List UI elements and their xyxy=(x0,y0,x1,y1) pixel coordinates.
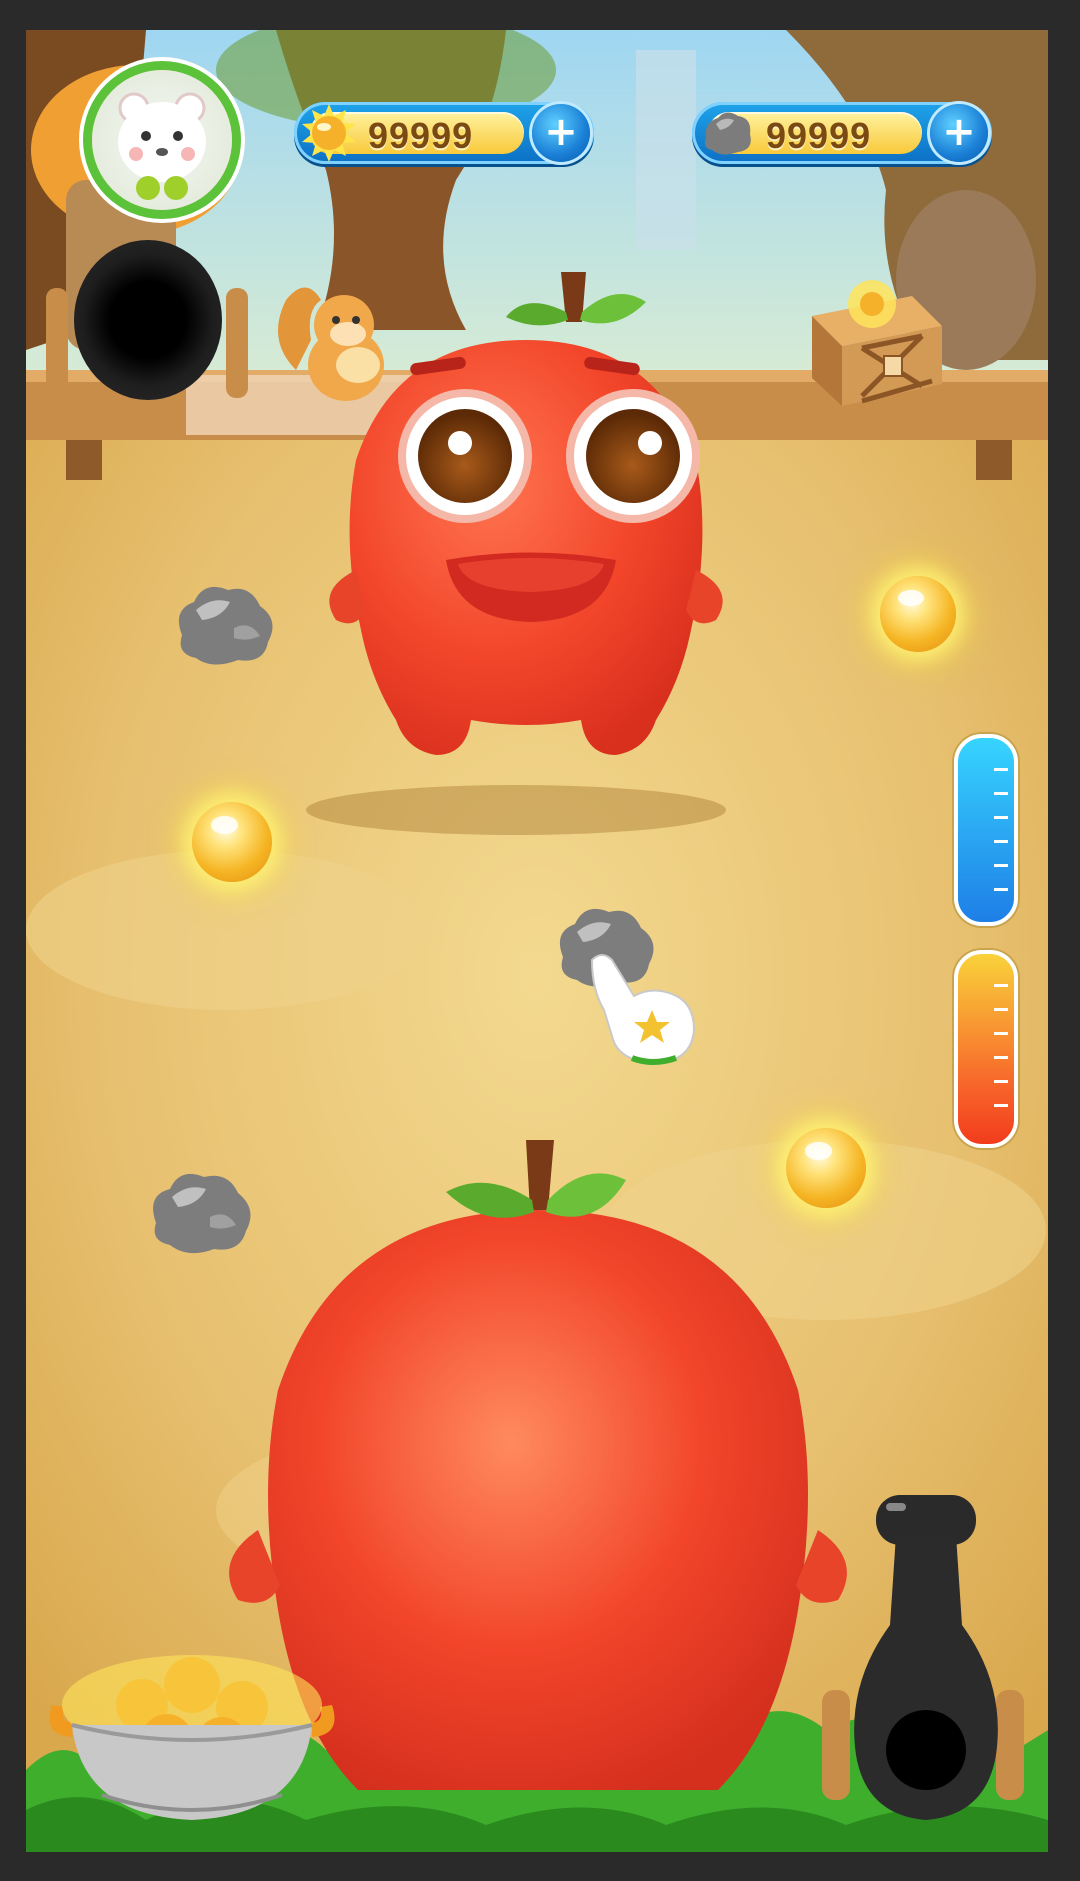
gauge-tick xyxy=(994,1104,1008,1107)
gauge-tick xyxy=(994,768,1008,771)
gauge-tick xyxy=(994,1032,1008,1035)
eye-glint xyxy=(638,431,662,455)
sun-currency-value: 99999 xyxy=(368,115,474,156)
stone-pickup[interactable] xyxy=(146,1165,261,1260)
sun-orb-pickup[interactable] xyxy=(192,802,272,882)
fruit-shadow xyxy=(306,785,726,835)
gauge-tick xyxy=(994,888,1008,891)
water-gauge xyxy=(954,734,1018,926)
stone-currency-value: 99999 xyxy=(766,115,872,156)
left-eye xyxy=(406,397,524,515)
stem-leaves xyxy=(506,272,646,326)
treasure-chest[interactable] xyxy=(802,266,942,406)
left-pupil xyxy=(418,409,512,503)
add-stone-button[interactable]: + xyxy=(930,104,988,162)
sun-orb-pickup[interactable] xyxy=(786,1128,866,1208)
sun-collection-pot[interactable] xyxy=(42,1645,342,1845)
gauge-tick xyxy=(994,816,1008,819)
player-avatar[interactable] xyxy=(92,70,232,210)
smiling-mouth xyxy=(446,552,616,622)
gauge-tick xyxy=(994,1008,1008,1011)
deck-post xyxy=(976,440,1012,480)
stone-currency-bar: 99999 + xyxy=(692,102,992,164)
top-cannon[interactable] xyxy=(74,240,222,400)
sun-currency-bar: 99999 + xyxy=(294,102,594,164)
pointing-glove-icon xyxy=(590,954,696,1065)
right-eye xyxy=(574,397,692,515)
gauge-tick xyxy=(994,840,1008,843)
cannon-post-left xyxy=(46,288,68,398)
tomato-body xyxy=(329,340,723,755)
tomato-monster-top[interactable] xyxy=(316,300,736,770)
sun-orb-pickup[interactable] xyxy=(880,576,956,652)
game-scene: 99999 + 99999 + xyxy=(26,30,1048,1852)
polar-bear-avatar-icon xyxy=(118,92,206,200)
stone-pickup[interactable] xyxy=(172,580,282,670)
sun-coin-icon xyxy=(300,104,358,162)
stem-leaves xyxy=(446,1140,626,1218)
heat-gauge xyxy=(954,950,1018,1148)
stone-icon xyxy=(700,108,756,158)
gauge-tick xyxy=(994,1056,1008,1059)
right-pupil xyxy=(586,409,680,503)
add-sun-button[interactable]: + xyxy=(532,104,590,162)
gauge-tick xyxy=(994,792,1008,795)
eye-glint xyxy=(448,431,472,455)
gauge-tick xyxy=(994,1080,1008,1083)
gauge-tick xyxy=(994,864,1008,867)
cannon-post-right xyxy=(226,288,248,398)
bottom-cannon[interactable] xyxy=(836,1495,1016,1852)
waterfall xyxy=(636,50,696,250)
deck-post xyxy=(66,440,102,480)
gauge-tick xyxy=(994,984,1008,987)
